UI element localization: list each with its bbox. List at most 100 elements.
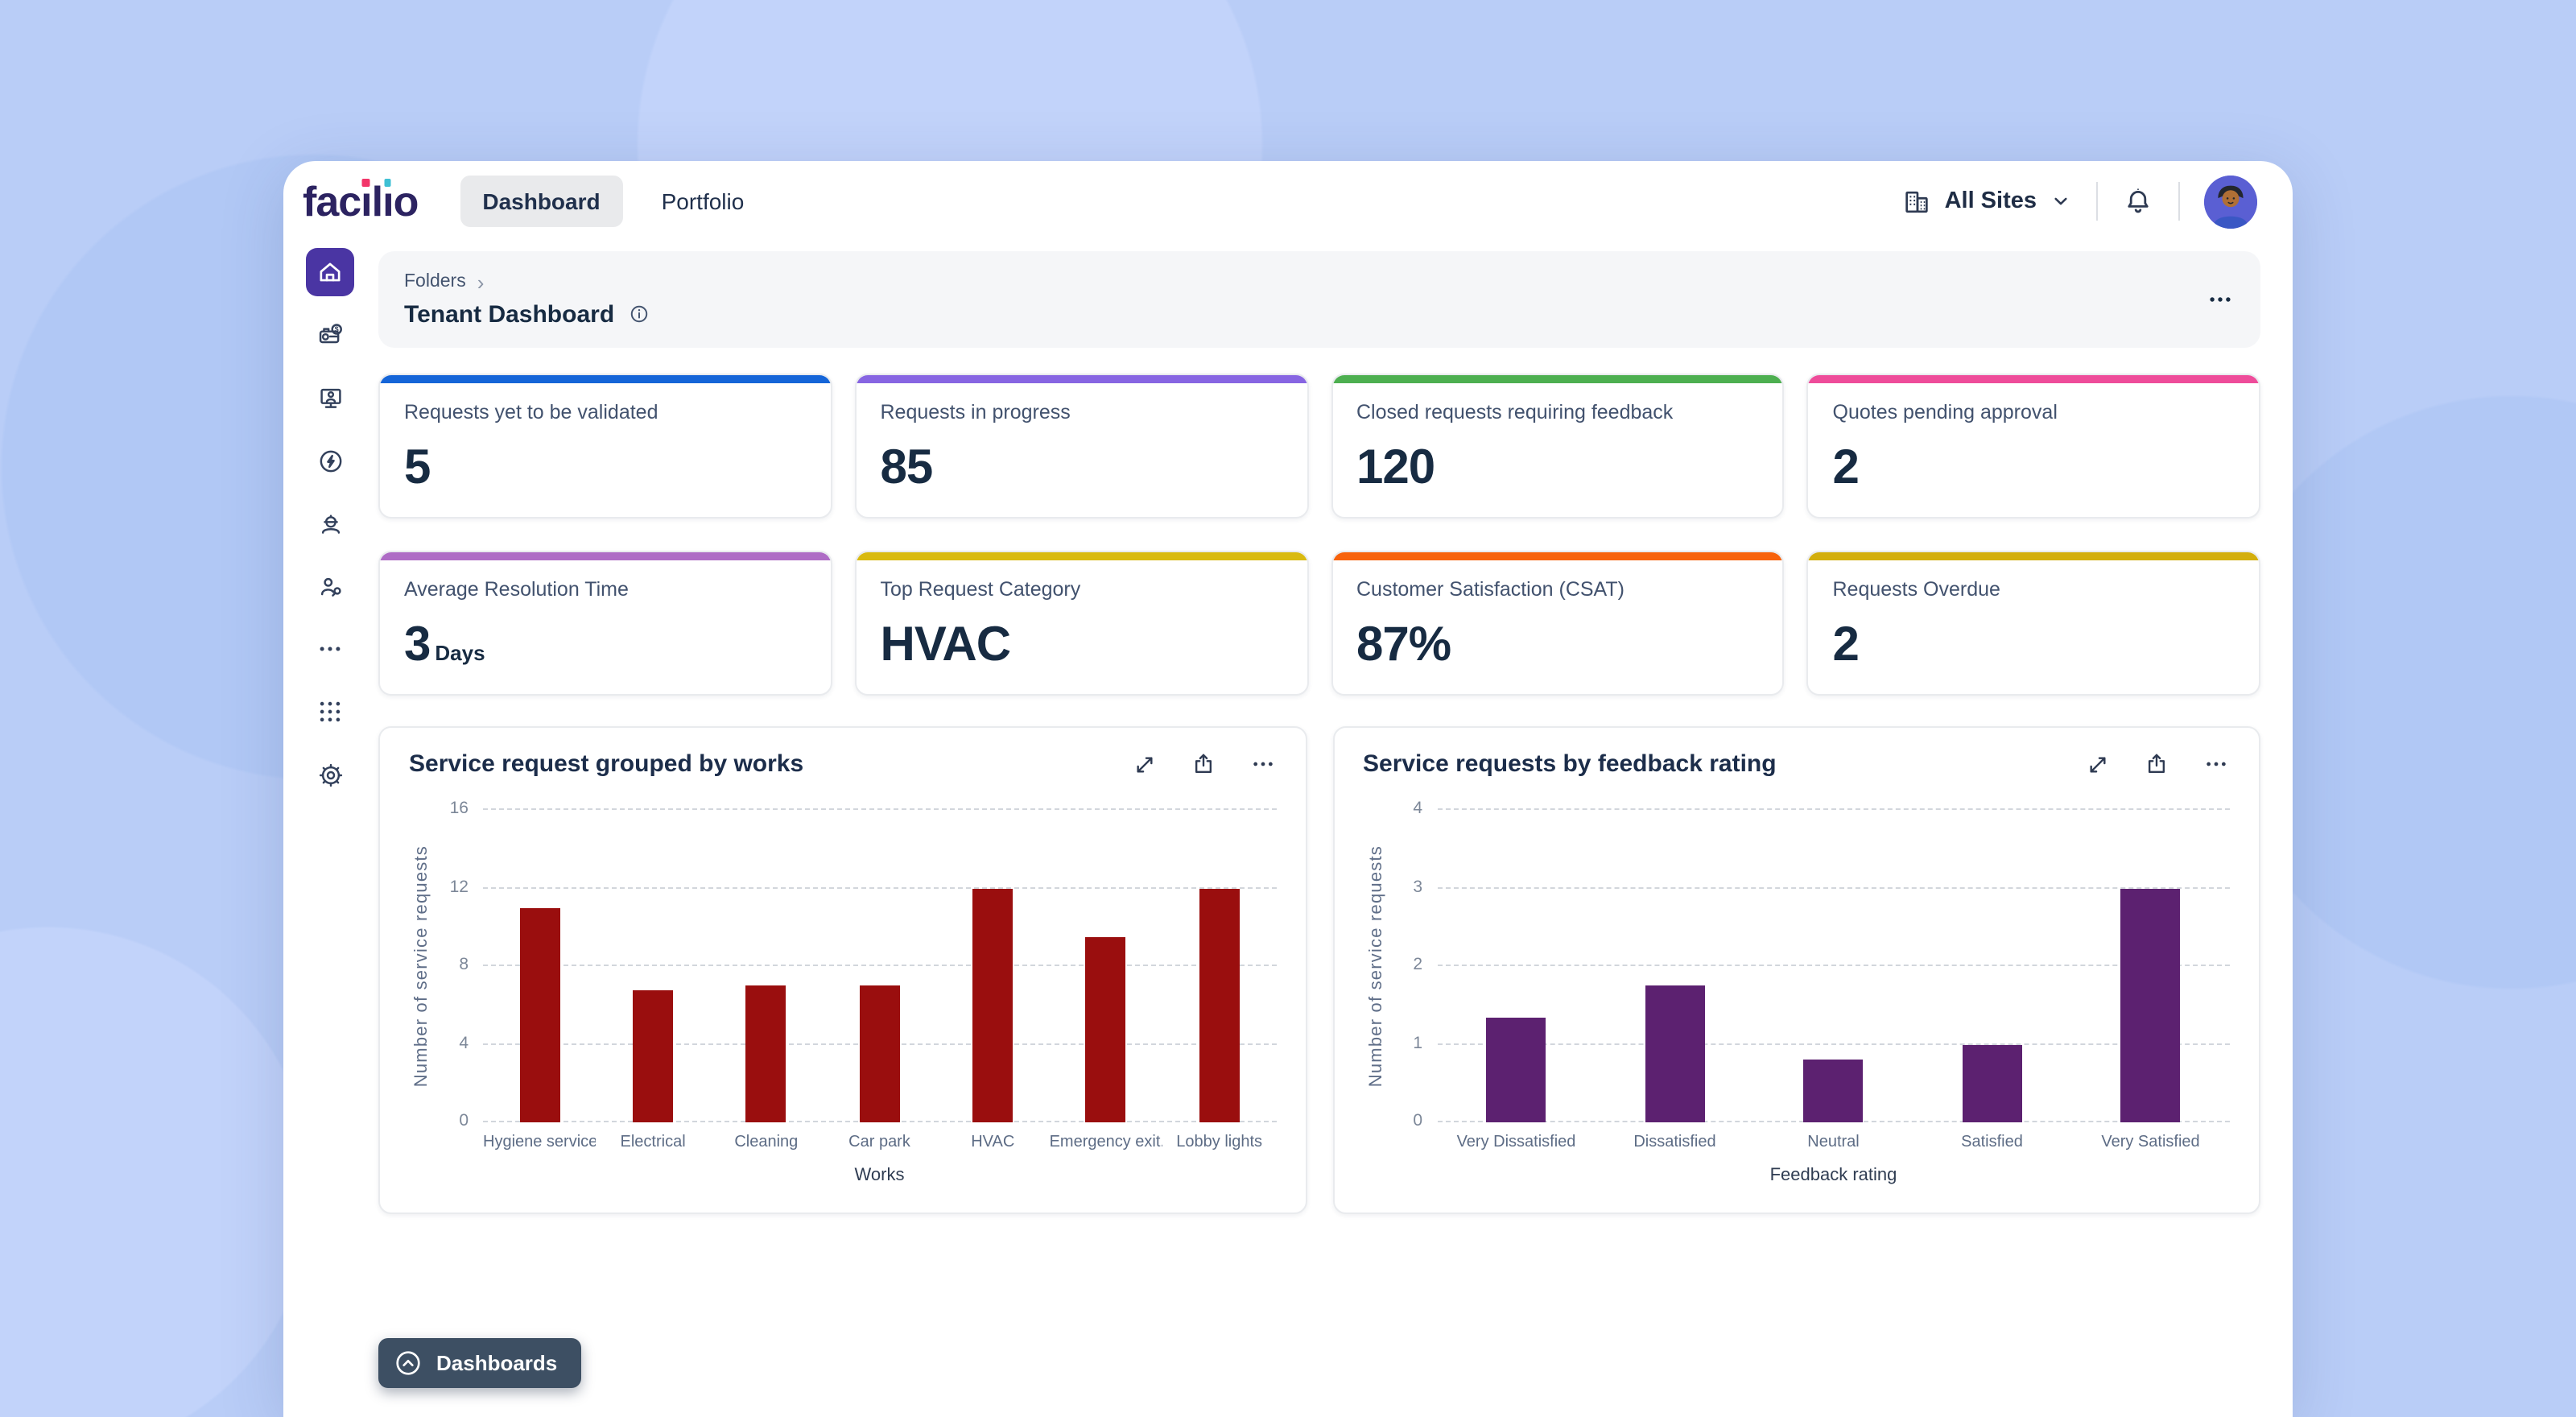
x-category-label: Dissatisfied — [1596, 1134, 1754, 1151]
y-tick-label: 12 — [450, 877, 469, 896]
charts-row: Service request grouped by works — [378, 726, 2260, 1214]
kpi-card-closed-requiring-feedback[interactable]: Closed requests requiring feedback 120 — [1331, 374, 1785, 518]
y-tick-label: 1 — [1413, 1033, 1422, 1052]
bar[interactable] — [483, 810, 597, 1122]
sidebar-item-apps[interactable] — [306, 688, 354, 736]
left-sidebar: $ — [299, 248, 361, 799]
x-category-label: Neutral — [1754, 1134, 1913, 1151]
site-selector-label: All Sites — [1945, 188, 2037, 214]
bar[interactable] — [597, 810, 710, 1122]
app-panel: facılıo Dashboard Portfolio All Sites — [283, 161, 2293, 1417]
kpi-card-top-request-category[interactable]: Top Request Category HVAC — [855, 551, 1309, 696]
chevron-up-circle-icon — [393, 1348, 423, 1378]
dashboard-more-options-icon[interactable] — [2206, 285, 2235, 314]
sidebar-item-energy[interactable] — [306, 436, 354, 485]
y-tick-label: 2 — [1413, 955, 1422, 974]
bar[interactable] — [1596, 810, 1754, 1122]
y-tick-label: 4 — [1413, 799, 1422, 818]
kpi-label: Top Request Category — [881, 578, 1283, 601]
kpi-label: Requests Overdue — [1833, 578, 2235, 601]
x-category-label: HVAC — [936, 1134, 1050, 1151]
bar[interactable] — [1437, 810, 1596, 1122]
bar[interactable] — [709, 810, 823, 1122]
kiosk-icon — [315, 382, 345, 413]
kpi-value: 2 — [1833, 622, 2235, 670]
dashboards-button-label: Dashboards — [436, 1351, 557, 1375]
kpi-row-2: Average Resolution Time 3Days Top Reques… — [378, 551, 2260, 696]
logo-dot-pink — [362, 179, 369, 186]
chart-title: Service request grouped by works — [409, 750, 803, 778]
kpi-value: 85 — [881, 444, 1283, 493]
y-tick-label: 0 — [459, 1111, 469, 1130]
sidebar-item-home[interactable] — [306, 248, 354, 296]
navbar-divider — [2096, 182, 2098, 221]
sidebar-item-kiosk[interactable] — [306, 374, 354, 422]
expand-icon[interactable] — [1131, 751, 1157, 777]
dashboards-button[interactable]: Dashboards — [378, 1338, 581, 1388]
kpi-label: Requests yet to be validated — [404, 401, 807, 423]
kpi-card-requests-in-progress[interactable]: Requests in progress 85 — [855, 374, 1309, 518]
tab-dashboard[interactable]: Dashboard — [460, 176, 622, 227]
plot-area: 0481216 — [483, 810, 1276, 1122]
sidebar-item-settings[interactable] — [306, 750, 354, 799]
tab-portfolio[interactable]: Portfolio — [639, 176, 767, 227]
y-axis-title: Number of service requests — [412, 845, 431, 1087]
chart-service-requests-by-feedback: Service requests by feedback rating — [1332, 726, 2260, 1214]
kpi-card-requests-to-validate[interactable]: Requests yet to be validated 5 — [378, 374, 832, 518]
top-navbar: facılıo Dashboard Portfolio All Sites — [283, 161, 2293, 242]
x-category-label: Very Satisfied — [2071, 1134, 2230, 1151]
expand-icon[interactable] — [2085, 751, 2111, 777]
sidebar-item-services[interactable] — [306, 562, 354, 610]
x-axis-title: Works — [483, 1166, 1276, 1185]
bar[interactable] — [1754, 810, 1913, 1122]
kpi-accent-strip — [1332, 552, 1783, 560]
y-tick-label: 8 — [459, 955, 469, 974]
bars-container — [1437, 810, 2230, 1122]
more-options-icon[interactable] — [1249, 750, 1276, 778]
bar[interactable] — [823, 810, 936, 1122]
x-category-label: Hygiene services — [483, 1134, 597, 1151]
chevron-down-icon — [2050, 190, 2072, 213]
kpi-card-requests-overdue[interactable]: Requests Overdue 2 — [1807, 551, 2261, 696]
bar[interactable] — [1050, 810, 1163, 1122]
bar[interactable] — [936, 810, 1050, 1122]
x-category-label: Lobby lights — [1162, 1134, 1276, 1151]
bar[interactable] — [1913, 810, 2071, 1122]
export-icon[interactable] — [1189, 750, 1216, 778]
settings-gear-icon — [315, 759, 345, 790]
sidebar-item-expenses[interactable]: $ — [306, 311, 354, 359]
y-tick-label: 0 — [1413, 1111, 1422, 1130]
sidebar-item-more[interactable] — [306, 625, 354, 673]
kpi-card-avg-resolution-time[interactable]: Average Resolution Time 3Days — [378, 551, 832, 696]
breadcrumb-folders[interactable]: Folders — [404, 272, 466, 291]
info-icon[interactable] — [627, 303, 650, 325]
kpi-accent-strip — [1332, 375, 1783, 383]
navbar-divider — [2178, 182, 2180, 221]
kpi-label: Quotes pending approval — [1833, 401, 2235, 423]
home-icon — [316, 258, 345, 287]
more-options-icon[interactable] — [2202, 750, 2230, 778]
site-selector-dropdown[interactable]: All Sites — [1901, 186, 2072, 217]
kpi-value: HVAC — [881, 622, 1283, 670]
user-avatar[interactable] — [2204, 175, 2257, 228]
x-category-label: Satisfied — [1913, 1134, 2071, 1151]
chart-service-requests-by-works: Service request grouped by works — [378, 726, 1307, 1214]
sidebar-item-workforce[interactable] — [306, 499, 354, 547]
bar[interactable] — [1162, 810, 1276, 1122]
kpi-value: 120 — [1356, 444, 1759, 493]
kpi-accent-strip — [380, 552, 831, 560]
y-tick-label: 4 — [459, 1033, 469, 1052]
kpi-accent-strip — [380, 375, 831, 383]
export-icon[interactable] — [2143, 750, 2170, 778]
svg-text:$: $ — [334, 324, 338, 333]
x-axis-title: Feedback rating — [1437, 1166, 2230, 1185]
x-category-label: Car park — [823, 1134, 936, 1151]
notification-bell-icon[interactable] — [2122, 185, 2154, 217]
dashboard-content: Folders › Tenant Dashboard — [378, 251, 2260, 1214]
kpi-card-csat[interactable]: Customer Satisfaction (CSAT) 87% — [1331, 551, 1785, 696]
kpi-value: 5 — [404, 444, 807, 493]
kpi-card-quotes-pending[interactable]: Quotes pending approval 2 — [1807, 374, 2261, 518]
x-category-label: Cleaning — [709, 1134, 823, 1151]
page-title: Tenant Dashboard — [404, 300, 614, 328]
bar[interactable] — [2071, 810, 2230, 1122]
